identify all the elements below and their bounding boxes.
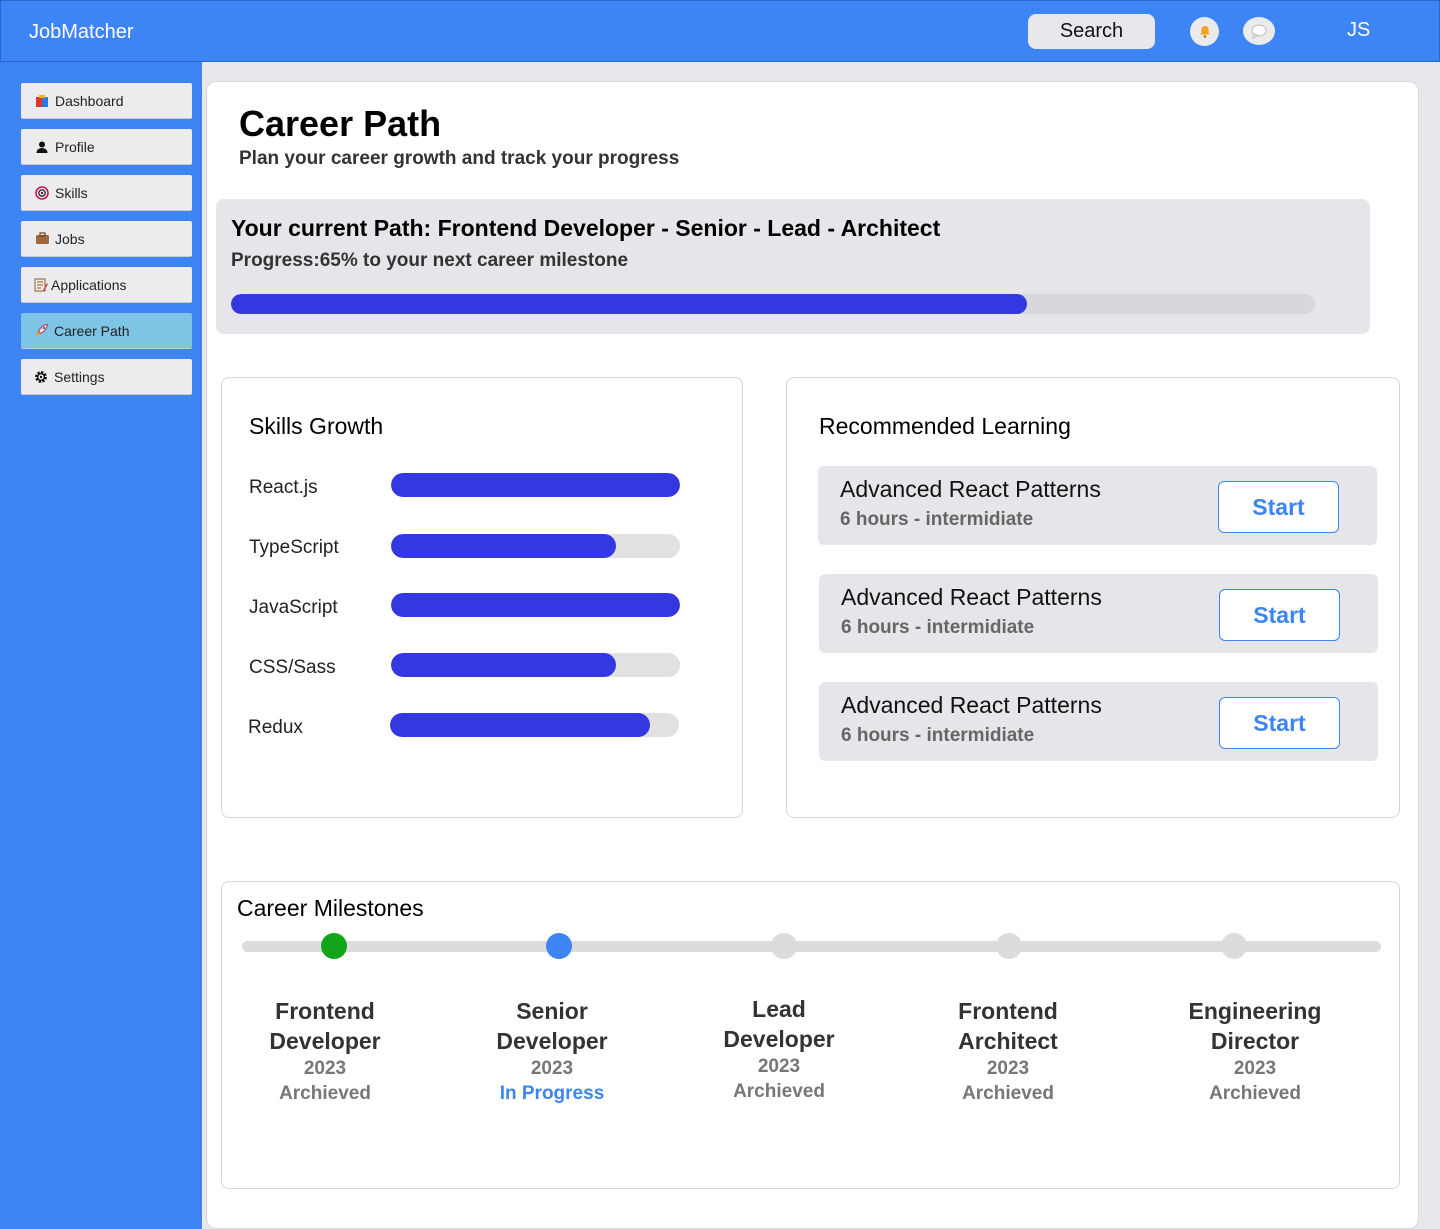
milestone-year: 2023 xyxy=(1233,1058,1277,1079)
skill-bar-fill xyxy=(391,534,617,558)
milestone-title-line: Frontend xyxy=(275,998,375,1024)
milestone-item: Frontend Architect 2023 Archieved xyxy=(918,996,1098,1106)
chat-icon[interactable] xyxy=(1243,17,1275,45)
milestone-title-line: Senior xyxy=(516,998,588,1024)
skill-label: React.js xyxy=(249,477,318,498)
milestone-title-line: Developer xyxy=(496,1028,608,1054)
profile-icon xyxy=(34,139,50,155)
user-avatar[interactable]: JS xyxy=(1347,19,1370,42)
sidebar-item-label: Skills xyxy=(55,184,88,201)
milestone-item: Frontend Developer 2023 Archieved xyxy=(235,996,415,1106)
skill-bar xyxy=(391,593,680,617)
skill-label: Redux xyxy=(248,717,303,738)
recommended-learning-title: Recommended Learning xyxy=(819,413,1071,439)
career-progress-fill xyxy=(231,294,1027,314)
sidebar-item-career-path[interactable]: Career Path xyxy=(21,313,192,349)
milestone-dot[interactable] xyxy=(321,933,347,959)
course-title: Advanced React Patterns xyxy=(841,692,1102,718)
skill-label: CSS/Sass xyxy=(249,657,336,678)
milestone-year: 2023 xyxy=(757,1056,801,1077)
sidebar-item-label: Applications xyxy=(51,276,127,293)
course-meta: 6 hours - intermidiate xyxy=(841,725,1035,746)
skill-bar xyxy=(391,653,680,677)
milestone-title-line: Frontend xyxy=(958,998,1058,1024)
skill-label: JavaScript xyxy=(249,597,338,618)
skill-bar xyxy=(390,713,679,737)
skills-growth-title: Skills Growth xyxy=(249,413,384,439)
course-meta: 6 hours - intermidiate xyxy=(840,509,1034,530)
course-item: Advanced React Patterns 6 hours - interm… xyxy=(818,466,1377,545)
memo-icon xyxy=(33,277,49,293)
milestone-dot[interactable] xyxy=(546,933,572,959)
start-course-button[interactable]: Start xyxy=(1219,697,1340,749)
app-brand[interactable]: JobMatcher xyxy=(29,21,134,44)
milestone-dot[interactable] xyxy=(771,933,797,959)
milestone-title-line: Director xyxy=(1210,1028,1300,1054)
skill-bar-fill xyxy=(391,473,680,497)
milestone-year: 2023 xyxy=(986,1058,1030,1079)
course-title: Advanced React Patterns xyxy=(841,584,1102,610)
page-subtitle: Plan your career growth and track your p… xyxy=(239,148,680,169)
skill-bar-fill xyxy=(390,713,651,737)
sidebar-item-label: Dashboard xyxy=(55,92,124,109)
milestone-title-line: Developer xyxy=(269,1028,381,1054)
milestone-status: Archieved xyxy=(1209,1083,1301,1104)
milestone-year: 2023 xyxy=(530,1058,574,1079)
career-progress-bar xyxy=(231,294,1315,314)
skill-bar xyxy=(391,473,680,497)
course-title: Advanced React Patterns xyxy=(840,476,1101,502)
milestone-item: Engineering Director 2023 Archieved xyxy=(1165,996,1345,1106)
skill-label: TypeScript xyxy=(249,537,339,558)
milestone-dot[interactable] xyxy=(996,933,1022,959)
milestone-status: Archieved xyxy=(962,1083,1054,1104)
page-title: Career Path xyxy=(239,103,442,144)
target-icon xyxy=(34,185,50,201)
milestone-track xyxy=(242,941,1381,952)
sidebar-item-jobs[interactable]: Jobs xyxy=(21,221,192,257)
milestone-item: Senior Developer 2023 In Progress xyxy=(462,996,642,1106)
milestone-status: Archieved xyxy=(733,1081,825,1102)
top-bar: JobMatcher Search JS xyxy=(0,0,1440,62)
course-item: Advanced React Patterns 6 hours - interm… xyxy=(819,574,1378,653)
milestone-title-line: Architect xyxy=(958,1028,1058,1054)
bell-icon[interactable] xyxy=(1190,17,1219,46)
sidebar-item-dashboard[interactable]: Dashboard xyxy=(21,83,192,119)
rocket-icon xyxy=(33,323,49,339)
skill-bar-fill xyxy=(391,593,680,617)
current-path-title: Your current Path: Frontend Developer - … xyxy=(231,215,941,241)
sidebar-item-settings[interactable]: Settings xyxy=(21,359,192,395)
skill-bar-fill xyxy=(391,653,617,677)
milestone-dot[interactable] xyxy=(1221,933,1247,959)
sidebar-item-profile[interactable]: Profile xyxy=(21,129,192,165)
gear-icon xyxy=(33,369,49,385)
dashboard-icon xyxy=(34,93,50,109)
milestone-title-line: Developer xyxy=(723,1026,835,1052)
sidebar-item-label: Profile xyxy=(55,138,95,155)
milestone-item: Lead Developer 2023 Archieved xyxy=(689,994,869,1104)
milestone-year: 2023 xyxy=(303,1058,347,1079)
career-milestones-title: Career Milestones xyxy=(237,895,424,921)
milestone-status: In Progress xyxy=(499,1083,605,1104)
milestone-title-line: Engineering xyxy=(1188,998,1322,1024)
sidebar-item-label: Settings xyxy=(54,368,105,385)
sidebar-item-applications[interactable]: Applications xyxy=(21,267,192,303)
start-course-button[interactable]: Start xyxy=(1218,481,1339,533)
skill-bar xyxy=(391,534,680,558)
sidebar-item-label: Jobs xyxy=(55,230,85,247)
milestone-status: Archieved xyxy=(279,1083,371,1104)
sidebar-item-skills[interactable]: Skills xyxy=(21,175,192,211)
course-item: Advanced React Patterns 6 hours - interm… xyxy=(819,682,1378,761)
milestone-title-line: Lead xyxy=(752,996,806,1022)
sidebar-item-label: Career Path xyxy=(54,322,130,339)
search-button[interactable]: Search xyxy=(1028,14,1155,49)
start-course-button[interactable]: Start xyxy=(1219,589,1340,641)
current-path-progress-text: Progress:65% to your next career milesto… xyxy=(231,250,629,271)
briefcase-icon xyxy=(34,231,50,247)
course-meta: 6 hours - intermidiate xyxy=(841,617,1035,638)
